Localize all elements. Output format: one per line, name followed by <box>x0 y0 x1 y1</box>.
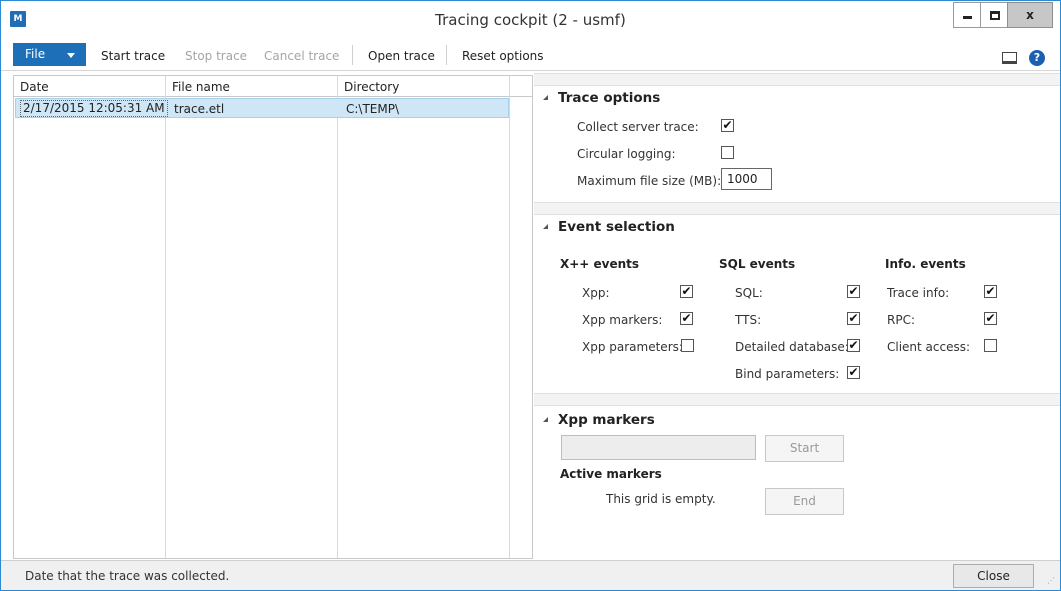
column-header-file-name[interactable]: File name <box>172 80 230 94</box>
xpp-markers-label: Xpp markers: <box>582 313 663 327</box>
minimize-icon <box>963 16 972 19</box>
detailed-database-checkbox[interactable]: ✔ <box>847 339 860 352</box>
section-divider <box>534 73 1060 86</box>
bind-parameters-checkbox[interactable]: ✔ <box>847 366 860 379</box>
xpp-markers-title: Xpp markers <box>558 412 655 428</box>
close-button[interactable]: Close <box>953 564 1034 588</box>
start-marker-button[interactable]: Start <box>765 435 844 462</box>
detailed-database-label: Detailed database: <box>735 340 849 354</box>
maximize-button[interactable] <box>980 2 1008 28</box>
event-selection-title: Event selection <box>558 219 675 235</box>
tts-label: TTS: <box>735 313 762 327</box>
collect-server-trace-checkbox[interactable]: ✔ <box>721 119 734 132</box>
xpp-parameters-label: Xpp parameters: <box>582 340 683 354</box>
action-separator <box>446 45 447 65</box>
marker-name-input[interactable] <box>561 435 756 460</box>
xpp-checkbox[interactable]: ✔ <box>680 285 693 298</box>
grid-header: Date File name Directory <box>14 76 532 97</box>
column-header-date[interactable]: Date <box>20 80 49 94</box>
trace-info-checkbox[interactable]: ✔ <box>984 285 997 298</box>
active-markers-label: Active markers <box>560 467 662 481</box>
chevron-down-icon <box>67 53 75 58</box>
resize-grip-icon[interactable]: ⋰ <box>1047 577 1057 587</box>
action-pane: File Start trace Stop trace Cancel trace… <box>1 39 1060 71</box>
reset-options-button[interactable]: Reset options <box>462 49 544 63</box>
factbox-pane-icon[interactable] <box>1002 52 1017 64</box>
cell-directory[interactable]: C:\TEMP\ <box>346 102 399 116</box>
title-bar: M Tracing cockpit (2 - usmf) x <box>1 1 1060 39</box>
start-trace-button[interactable]: Start trace <box>101 49 165 63</box>
collapse-icon <box>543 95 548 100</box>
options-panel: Trace options Collect server trace: ✔ Ci… <box>534 71 1060 560</box>
client-access-checkbox[interactable] <box>984 339 997 352</box>
column-header-directory[interactable]: Directory <box>344 80 399 94</box>
max-file-size-input[interactable]: 1000 <box>721 168 772 190</box>
trace-info-label: Trace info: <box>887 286 950 300</box>
info-events-heading: Info. events <box>885 257 966 271</box>
minimize-button[interactable] <box>953 2 981 28</box>
status-text: Date that the trace was collected. <box>25 569 230 583</box>
cancel-trace-button[interactable]: Cancel trace <box>264 49 339 63</box>
section-divider <box>534 202 1060 215</box>
empty-grid-text: This grid is empty. <box>606 492 716 506</box>
event-selection-header[interactable]: Event selection <box>543 219 675 235</box>
client-access-label: Client access: <box>887 340 971 354</box>
cell-file-name[interactable]: trace.etl <box>174 102 224 116</box>
table-row[interactable]: 2/17/2015 12:05:31 AM trace.etl C:\TEMP\ <box>15 98 509 118</box>
cell-date[interactable]: 2/17/2015 12:05:31 AM <box>20 100 168 117</box>
trace-options-header[interactable]: Trace options <box>543 90 661 106</box>
collapse-icon <box>543 224 548 229</box>
max-file-size-label: Maximum file size (MB): <box>577 174 722 188</box>
rpc-checkbox[interactable]: ✔ <box>984 312 997 325</box>
circular-logging-checkbox[interactable] <box>721 146 734 159</box>
column-divider <box>165 76 166 558</box>
file-menu-label: File <box>25 47 46 61</box>
tracing-cockpit-window: M Tracing cockpit (2 - usmf) x File Star… <box>0 0 1061 591</box>
sql-events-heading: SQL events <box>719 257 796 271</box>
file-menu-button[interactable]: File <box>13 43 86 66</box>
trace-grid[interactable]: Date File name Directory 2/17/2015 12:05… <box>13 75 533 559</box>
sql-label: SQL: <box>735 286 763 300</box>
tts-checkbox[interactable]: ✔ <box>847 312 860 325</box>
trace-options-title: Trace options <box>558 90 661 106</box>
xpp-parameters-checkbox[interactable] <box>681 339 694 352</box>
stop-trace-button[interactable]: Stop trace <box>185 49 247 63</box>
circular-logging-label: Circular logging: <box>577 147 676 161</box>
action-separator <box>352 45 353 65</box>
close-window-button[interactable]: x <box>1007 2 1053 28</box>
status-bar: Date that the trace was collected. Close… <box>1 560 1060 590</box>
xpp-events-heading: X++ events <box>560 257 640 271</box>
xpp-markers-header[interactable]: Xpp markers <box>543 412 655 428</box>
window-title: Tracing cockpit (2 - usmf) <box>435 11 626 29</box>
open-trace-button[interactable]: Open trace <box>368 49 435 63</box>
collapse-icon <box>543 417 548 422</box>
sql-checkbox[interactable]: ✔ <box>847 285 860 298</box>
rpc-label: RPC: <box>887 313 915 327</box>
maximize-icon <box>989 11 1000 20</box>
collect-server-trace-label: Collect server trace: <box>577 120 699 134</box>
column-divider <box>337 76 338 558</box>
section-divider <box>534 393 1060 406</box>
help-icon[interactable]: ? <box>1029 50 1045 66</box>
close-icon: x <box>1026 8 1034 22</box>
column-divider <box>509 76 510 558</box>
xpp-markers-checkbox[interactable]: ✔ <box>680 312 693 325</box>
bind-parameters-label: Bind parameters: <box>735 367 840 381</box>
end-marker-button[interactable]: End <box>765 488 844 515</box>
xpp-label: Xpp: <box>582 286 610 300</box>
